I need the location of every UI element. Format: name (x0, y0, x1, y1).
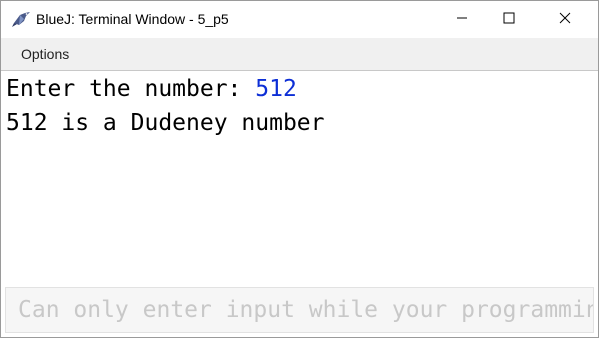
terminal-output: Enter the number: 512 512 is a Dudeney n… (1, 71, 598, 283)
close-icon (559, 11, 571, 29)
prompt-text: Enter the number: (6, 76, 256, 102)
terminal-input-field[interactable] (6, 288, 593, 332)
input-bar (5, 287, 594, 333)
terminal-window: BlueJ: Terminal Window - 5_p5 Options En… (0, 0, 599, 338)
window-title: BlueJ: Terminal Window - 5_p5 (36, 11, 229, 27)
user-input-value: 512 (255, 76, 297, 102)
minimize-button[interactable] (439, 1, 485, 38)
bluej-bird-icon (12, 10, 32, 28)
maximize-icon (503, 11, 515, 29)
menu-options[interactable]: Options (21, 46, 69, 62)
maximize-button[interactable] (486, 1, 532, 38)
menu-bar: Options (1, 38, 598, 71)
minimize-icon (456, 11, 468, 29)
output-line: 512 is a Dudeney number (6, 110, 325, 136)
prompt-line: Enter the number: 512 (6, 72, 297, 106)
title-bar[interactable]: BlueJ: Terminal Window - 5_p5 (1, 1, 598, 38)
close-button[interactable] (542, 1, 588, 38)
